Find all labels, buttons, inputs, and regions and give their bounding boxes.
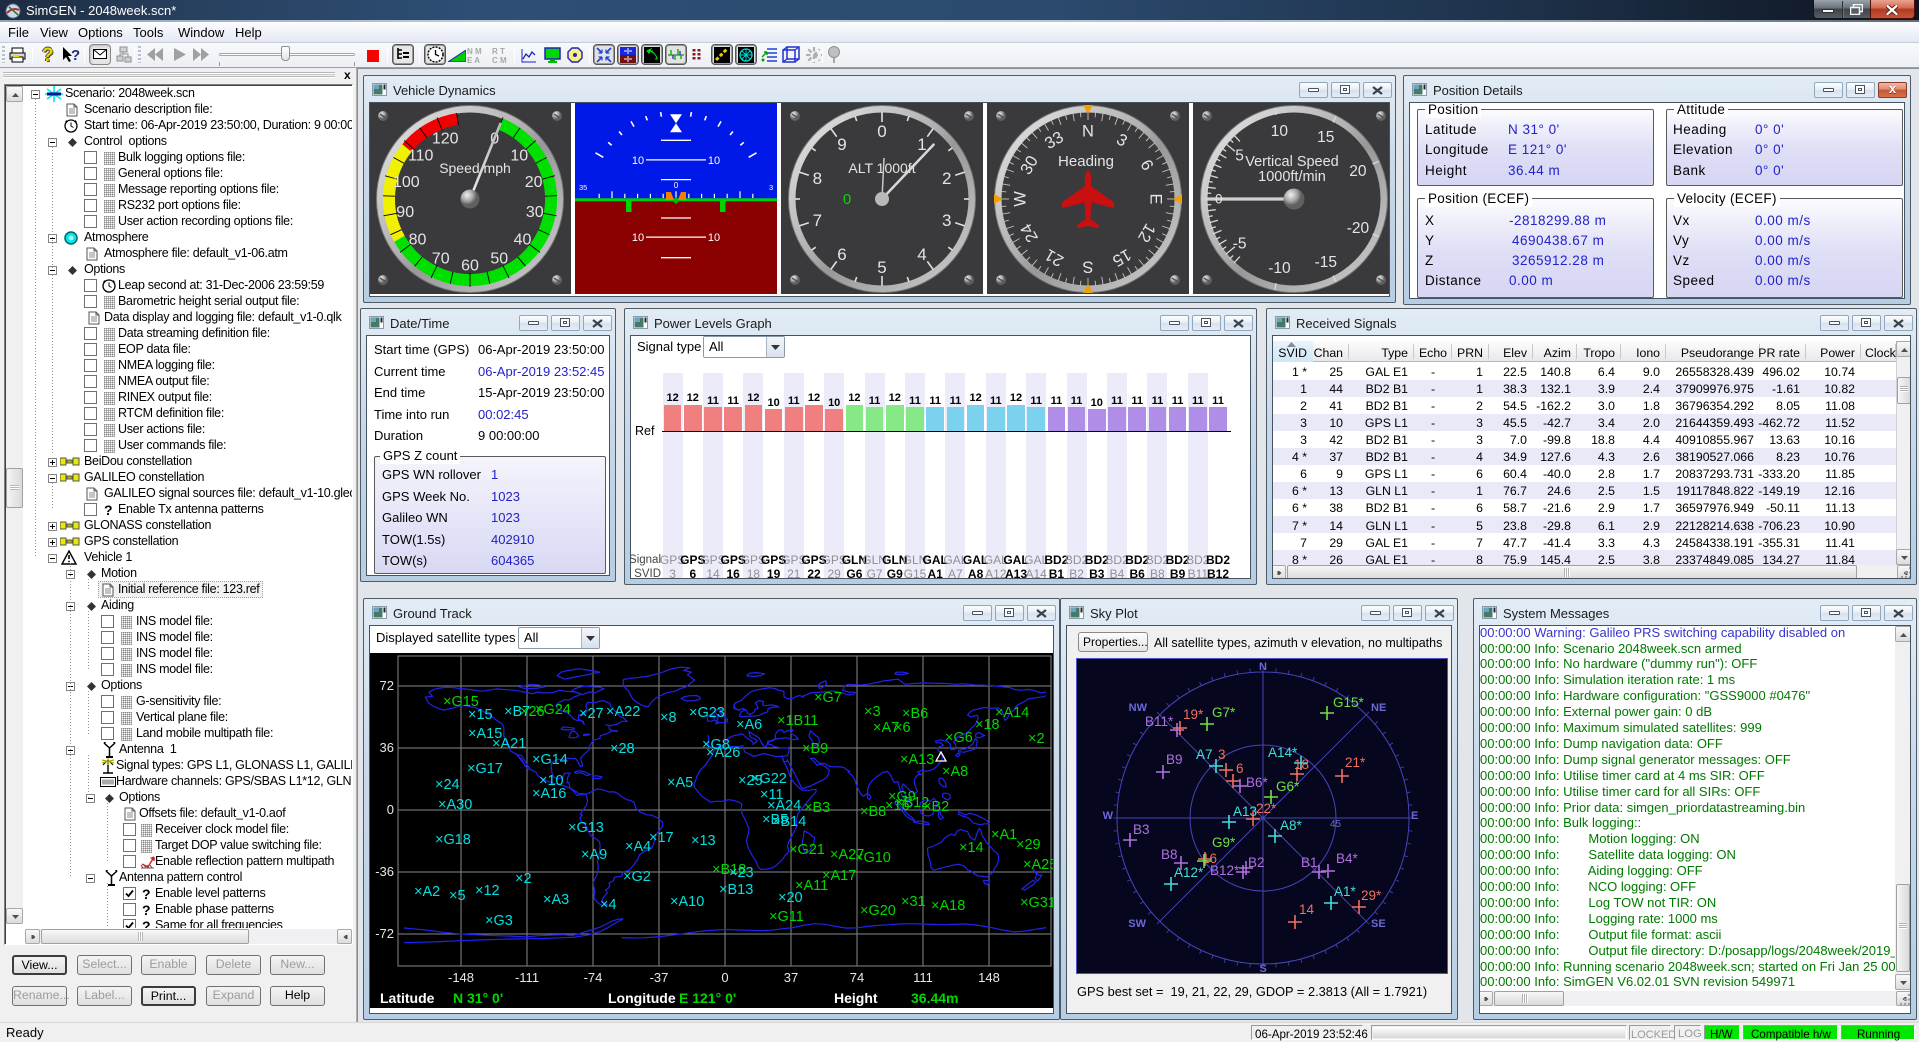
svg-text:70: 70	[432, 251, 450, 268]
svg-text:Vertical Speed: Vertical Speed	[1245, 154, 1339, 170]
svg-text:7: 7	[813, 211, 822, 230]
svg-text:-20: -20	[1347, 220, 1370, 237]
svg-text:10: 10	[510, 148, 528, 165]
svg-text:9: 9	[837, 135, 846, 154]
svg-text:Speed mph: Speed mph	[439, 160, 511, 176]
svg-text:-10: -10	[1268, 260, 1291, 277]
svg-text:1000ft/min: 1000ft/min	[1258, 169, 1326, 185]
svg-text:100: 100	[393, 174, 420, 191]
svg-text:0: 0	[843, 191, 851, 208]
svg-text:120: 120	[432, 130, 459, 147]
svg-text:S: S	[1082, 258, 1093, 276]
svg-text:Heading: Heading	[1058, 153, 1114, 170]
svg-text:60: 60	[461, 258, 479, 275]
svg-text:1: 1	[917, 135, 926, 154]
svg-text:?: ?	[71, 47, 80, 64]
svg-text:20: 20	[525, 174, 543, 191]
svg-text:3: 3	[942, 211, 951, 230]
svg-text:50: 50	[490, 251, 508, 268]
svg-text:W: W	[1012, 191, 1030, 207]
svg-text:10: 10	[708, 155, 720, 167]
svg-text:10: 10	[1271, 123, 1289, 140]
svg-text:110: 110	[408, 148, 434, 165]
svg-text:8: 8	[813, 169, 822, 188]
svg-text:-15: -15	[1315, 254, 1337, 271]
svg-text:80: 80	[409, 232, 427, 249]
svg-text:10: 10	[708, 232, 720, 244]
svg-text:5: 5	[1235, 147, 1244, 164]
svg-text:-5: -5	[1233, 236, 1247, 253]
svg-text:35: 35	[579, 183, 587, 192]
svg-text:40: 40	[514, 232, 532, 249]
svg-text:4: 4	[917, 245, 926, 264]
svg-text:3: 3	[769, 183, 773, 192]
svg-text:30: 30	[526, 204, 544, 221]
svg-text:15: 15	[1317, 129, 1334, 146]
svg-text:5: 5	[877, 258, 886, 277]
svg-text:2: 2	[942, 169, 951, 188]
svg-text:10: 10	[632, 232, 644, 244]
svg-text:90: 90	[396, 204, 414, 221]
svg-text:0: 0	[1215, 192, 1223, 207]
svg-text:0: 0	[674, 181, 679, 190]
svg-text:6: 6	[837, 245, 846, 264]
svg-text:20: 20	[1349, 163, 1367, 180]
svg-text:E: E	[1147, 193, 1165, 204]
svg-text:0: 0	[877, 122, 886, 141]
svg-text:10: 10	[632, 155, 644, 167]
svg-text:N: N	[1082, 123, 1094, 141]
